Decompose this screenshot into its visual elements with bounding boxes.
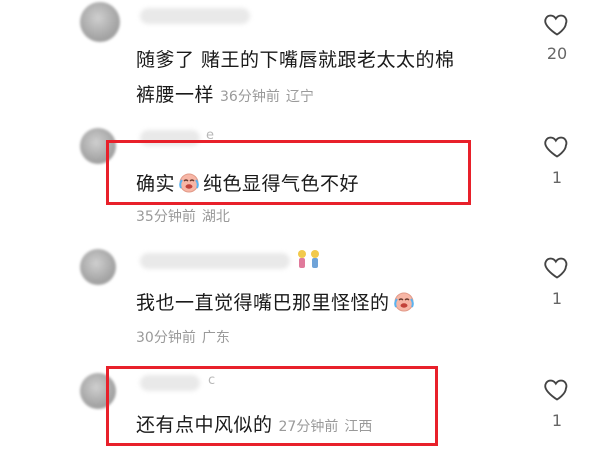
comment-location: 辽宁 (285, 89, 314, 105)
comment-text: 随爹了 赌王的下嘴唇就跟老太太的棉 (136, 45, 455, 72)
heart-icon[interactable] (542, 253, 572, 281)
comment-1: 随爹了 赌王的下嘴唇就跟老太太的棉 裤腰一样 36分钟前 辽宁 20 (0, 0, 600, 110)
comment-3: 我也一直觉得嘴巴那里怪怪的 30分钟前 广东 1 (0, 243, 600, 353)
comment-time: 30分钟前 (136, 330, 196, 346)
comment-text-part: 我也一直觉得嘴巴那里怪怪的 (136, 292, 390, 314)
couple-emoji-icon (298, 250, 319, 268)
like-count: 1 (551, 289, 563, 308)
heart-icon[interactable] (542, 375, 572, 403)
highlight-box (106, 140, 471, 205)
comment-time: 36分钟前 (220, 89, 280, 105)
crying-laughing-emoji-icon (393, 292, 414, 312)
comment-meta: 35分钟前 湖北 (136, 206, 230, 226)
heart-icon[interactable] (542, 132, 572, 160)
comment-location: 湖北 (201, 209, 230, 225)
avatar[interactable] (80, 249, 116, 285)
comment-location: 广东 (201, 330, 230, 346)
comment-text: 我也一直觉得嘴巴那里怪怪的 (136, 288, 418, 315)
username-blurred[interactable] (140, 8, 250, 24)
comment-text-line-1: 随爹了 赌王的下嘴唇就跟老太太的棉 (136, 49, 455, 71)
comment-text: 裤腰一样 36分钟前 辽宁 (136, 80, 314, 107)
username-blurred[interactable] (140, 253, 290, 269)
like-count: 1 (551, 168, 563, 187)
like-count: 20 (546, 44, 568, 63)
comment-meta: 30分钟前 广东 (136, 327, 230, 347)
like-count: 1 (551, 411, 563, 430)
highlight-box (106, 366, 438, 446)
avatar[interactable] (80, 2, 120, 42)
comment-text-line-2: 裤腰一样 (136, 84, 215, 106)
heart-icon[interactable] (542, 10, 572, 38)
comment-time: 35分钟前 (136, 209, 196, 225)
